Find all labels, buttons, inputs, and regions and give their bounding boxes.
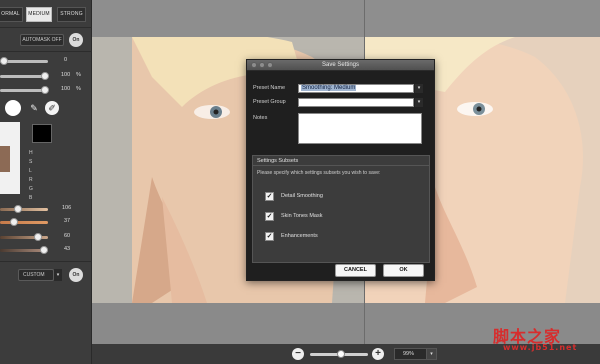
preset-name-input[interactable]: Smoothing: Medium [298,84,414,93]
slider-value: 106 [62,205,72,211]
subsets-title: Settings Subsets [253,156,429,166]
slider-handle[interactable] [40,246,48,254]
dialog-titlebar[interactable]: Save Settings [247,60,434,71]
slider-value: 0 [64,57,68,63]
hsl-letter-g: G [29,186,33,192]
percent-unit: % [76,86,81,92]
zoom-slider-handle[interactable] [337,350,345,358]
slider-value: 43 [64,246,71,252]
slider-value: 100 [61,86,71,92]
preset-group-select[interactable] [298,98,414,107]
detail-smoothing-label: Detail Smoothing [281,193,323,199]
percent-unit: % [76,72,81,78]
custom-toggle[interactable]: On [69,268,83,282]
zoom-in-button[interactable]: + [372,348,384,360]
notes-textarea[interactable] [298,113,422,144]
chevron-down-icon[interactable]: ▾ [54,269,62,281]
chevron-down-icon[interactable]: ▾ [415,98,423,107]
preset-name-value: Smoothing: Medium [301,85,357,91]
slider-handle[interactable] [0,57,8,65]
slider-value: 37 [64,218,71,224]
zoom-out-button[interactable]: − [292,348,304,360]
hsl-letter-l: L [29,168,32,174]
enhancements-label: Enhancements [281,233,318,239]
save-settings-dialog: Save Settings Preset Name Smoothing: Med… [246,59,435,281]
skin-tones-mask-label: Skin Tones Mask [281,213,323,219]
detail-smoothing-checkbox[interactable]: ✓ [265,192,274,201]
slider-handle[interactable] [10,218,18,226]
cancel-button[interactable]: CANCEL [335,264,376,277]
hsl-letter-b: B [29,195,33,201]
canvas-top-margin [92,0,600,37]
mode-medium-button[interactable]: MEDIUM [26,7,52,22]
dialog-body: Preset Name Smoothing: Medium ▾ Preset G… [247,71,434,280]
left-panel: ORMAL MEDIUM STRONG AUTOMASK OFF On 0 10… [0,0,92,364]
divider [0,27,92,28]
chevron-down-icon[interactable]: ▾ [415,84,423,93]
watermark-url: www.jb51.net [503,343,578,352]
preset-dropdown[interactable]: CUSTOM [18,269,54,281]
eyedropper-add-icon[interactable]: ✐ [45,101,59,115]
slider-handle[interactable] [41,72,49,80]
skin-tones-mask-checkbox[interactable]: ✓ [265,212,274,221]
divider [0,51,92,52]
skin-sample [0,146,10,172]
automask-button[interactable]: AUTOMASK OFF [20,34,64,46]
mode-strong-button[interactable]: STRONG [57,7,86,22]
mode-normal-button[interactable]: ORMAL [0,7,23,22]
automask-toggle[interactable]: On [69,33,83,47]
color-preview-circle[interactable] [5,100,21,116]
preset-group-label: Preset Group [253,99,286,105]
settings-subsets-group: Settings Subsets Please specify which se… [252,155,430,263]
ok-button[interactable]: OK [383,264,424,277]
color-slider-track[interactable] [0,221,48,224]
hsl-letter-s: S [29,159,33,165]
slider-value: 100 [61,72,71,78]
slider-handle[interactable] [14,205,22,213]
slider-handle[interactable] [41,86,49,94]
eyedropper-icon[interactable]: ✎ [27,101,41,115]
chevron-down-icon[interactable]: ▾ [426,348,437,360]
enhancements-checkbox[interactable]: ✓ [265,232,274,241]
divider [0,261,92,262]
color-slider-track[interactable] [0,208,48,211]
slider-handle[interactable] [34,233,42,241]
slider-value: 60 [64,233,71,239]
hsl-letter-r: R [29,177,33,183]
subsets-help-text: Please specify which settings subsets yo… [257,170,381,176]
hsl-letter-h: H [29,150,33,156]
color-swatch-black[interactable] [32,124,52,143]
dialog-title: Save Settings [321,62,360,68]
preset-name-label: Preset Name [253,85,286,91]
notes-label: Notes [253,115,268,121]
